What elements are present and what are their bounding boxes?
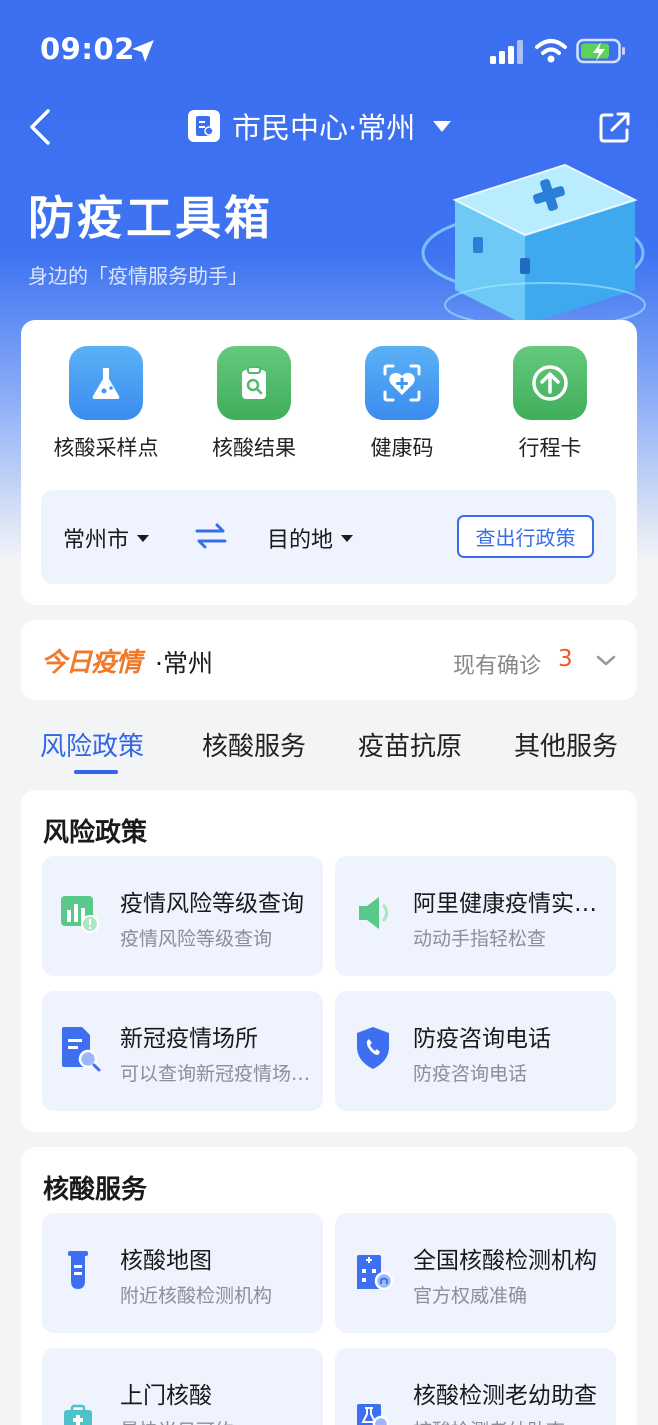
tab-other-service[interactable]: 其他服务 bbox=[514, 726, 618, 763]
tool-label: 行程卡 bbox=[518, 436, 582, 460]
section-title: 核酸服务 bbox=[43, 1175, 148, 1205]
origin-city-select[interactable]: 常州市 bbox=[63, 522, 150, 554]
location-arrow-icon bbox=[132, 40, 154, 62]
service-subtitle: 最快当日可约 bbox=[120, 1416, 312, 1425]
hero-subtitle: 身边的「疫情服务助手」 bbox=[28, 264, 248, 288]
tool-nucleic-result[interactable]: 核酸结果 bbox=[189, 346, 319, 462]
cellular-signal-icon bbox=[490, 40, 523, 64]
tool-label: 核酸结果 bbox=[212, 436, 296, 460]
destination-label: 目的地 bbox=[267, 528, 334, 553]
service-hotline[interactable]: 防疫咨询电话 防疫咨询电话 bbox=[335, 991, 616, 1111]
origin-city-label: 常州市 bbox=[63, 528, 130, 553]
chevron-down-icon[interactable] bbox=[595, 654, 617, 668]
service-subtitle: 官方权威准确 bbox=[413, 1285, 528, 1307]
tab-nucleic-service[interactable]: 核酸服务 bbox=[202, 726, 306, 763]
hospital-icon bbox=[357, 1255, 394, 1291]
service-home-nucleic[interactable]: 上门核酸 最快当日可约 bbox=[42, 1348, 323, 1425]
tool-nucleic-sampling[interactable]: 核酸采样点 bbox=[41, 346, 171, 462]
service-subtitle: 附近核酸检测机构 bbox=[120, 1285, 273, 1307]
service-subtitle: 防疫咨询电话 bbox=[413, 1063, 528, 1085]
service-title: 防疫咨询电话 bbox=[413, 1026, 551, 1052]
confirmed-count: 3 bbox=[558, 646, 573, 672]
travel-policy-bar: 常州市 目的地 查出行政策 bbox=[41, 490, 616, 584]
service-elderly-child-assist[interactable]: 核酸检测老幼助查 核酸检测老幼助查 bbox=[335, 1348, 616, 1425]
status-time: 09:02 bbox=[40, 32, 135, 66]
flask-doc-icon bbox=[357, 1404, 390, 1425]
service-covid-places[interactable]: 新冠疫情场所 可以查询新冠疫情场所信息 bbox=[42, 991, 323, 1111]
service-subtitle: 核酸检测老幼助查 bbox=[413, 1416, 605, 1425]
speaker-icon bbox=[359, 897, 388, 929]
service-tabs: 风险政策 核酸服务 疫苗抗原 其他服务 bbox=[0, 726, 658, 776]
tool-health-code[interactable]: 健康码 bbox=[337, 346, 467, 462]
service-title: 新冠疫情场所 bbox=[120, 1026, 258, 1052]
medical-box-illustration bbox=[421, 163, 646, 328]
today-epidemic-card[interactable]: 今日疫情 ·常州 现有确诊 3 bbox=[21, 620, 637, 700]
service-subtitle: 可以查询新冠疫情场所信息 bbox=[120, 1063, 312, 1085]
tool-label: 健康码 bbox=[370, 436, 434, 460]
wifi-icon bbox=[535, 39, 567, 63]
risk-policy-section: 风险政策 疫情风险等级查询 疫情风险等级查询 阿里健康疫情实时追踪 动动手指轻松… bbox=[21, 790, 637, 1132]
service-national-institutions[interactable]: 全国核酸检测机构 官方权威准确 bbox=[335, 1213, 616, 1333]
service-nucleic-map[interactable]: 核酸地图 附近核酸检测机构 bbox=[42, 1213, 323, 1333]
flask-icon bbox=[69, 346, 143, 420]
status-bar: 09:02 bbox=[0, 0, 658, 100]
medical-kit-icon bbox=[64, 1404, 92, 1425]
tab-risk-policy[interactable]: 风险政策 bbox=[40, 726, 144, 763]
service-title: 阿里健康疫情实时追踪 bbox=[413, 891, 603, 917]
tab-vaccine-antigen[interactable]: 疫苗抗原 bbox=[358, 726, 462, 763]
caret-down-icon bbox=[341, 534, 354, 542]
tool-label: 核酸采样点 bbox=[53, 436, 159, 460]
city-switcher[interactable]: 市民中心·常州 bbox=[188, 106, 452, 146]
test-tube-icon bbox=[68, 1251, 88, 1289]
section-title: 风险政策 bbox=[43, 818, 148, 848]
swap-icon[interactable] bbox=[195, 522, 227, 550]
doc-search-icon bbox=[62, 1027, 101, 1072]
confirmed-label: 现有确诊 bbox=[453, 654, 542, 679]
heart-scan-icon bbox=[365, 346, 439, 420]
service-ali-health[interactable]: 阿里健康疫情实时追踪 动动手指轻松查 bbox=[335, 856, 616, 976]
nucleic-service-section: 核酸服务 核酸地图 附近核酸检测机构 全国核酸检测机构 官方权威准确 上门核酸 … bbox=[21, 1147, 637, 1425]
destination-select[interactable]: 目的地 bbox=[267, 522, 354, 554]
share-icon[interactable] bbox=[598, 110, 632, 144]
tool-travel-card[interactable]: 行程卡 bbox=[485, 346, 615, 462]
risk-chart-icon bbox=[61, 896, 99, 933]
chevron-down-icon bbox=[433, 120, 452, 132]
service-subtitle: 疫情风险等级查询 bbox=[120, 928, 273, 950]
service-title: 疫情风险等级查询 bbox=[120, 891, 304, 917]
service-subtitle: 动动手指轻松查 bbox=[413, 928, 547, 950]
battery-charging-icon bbox=[576, 38, 625, 64]
shield-phone-icon bbox=[357, 1027, 389, 1069]
today-city: ·常州 bbox=[155, 649, 213, 678]
back-icon[interactable] bbox=[28, 108, 52, 146]
service-title: 核酸检测老幼助查 bbox=[413, 1383, 597, 1409]
service-risk-level[interactable]: 疫情风险等级查询 疫情风险等级查询 bbox=[42, 856, 323, 976]
today-epidemic-logo: 今日疫情 bbox=[41, 648, 142, 678]
page-title: 市民中心·常州 bbox=[232, 111, 416, 145]
active-tab-indicator bbox=[74, 770, 118, 774]
caret-down-icon bbox=[137, 534, 150, 542]
arrow-up-circle-icon bbox=[513, 346, 587, 420]
service-title: 核酸地图 bbox=[120, 1248, 212, 1274]
query-policy-button[interactable]: 查出行政策 bbox=[457, 515, 594, 558]
service-title: 上门核酸 bbox=[120, 1383, 212, 1409]
hero-title: 防疫工具箱 bbox=[28, 191, 273, 245]
service-title: 全国核酸检测机构 bbox=[413, 1248, 597, 1274]
clipboard-search-icon bbox=[217, 346, 291, 420]
citizen-center-icon bbox=[188, 110, 220, 142]
tools-card: 核酸采样点 核酸结果 健康码 行程卡 常州市 目的地 查出行政策 bbox=[21, 320, 637, 605]
